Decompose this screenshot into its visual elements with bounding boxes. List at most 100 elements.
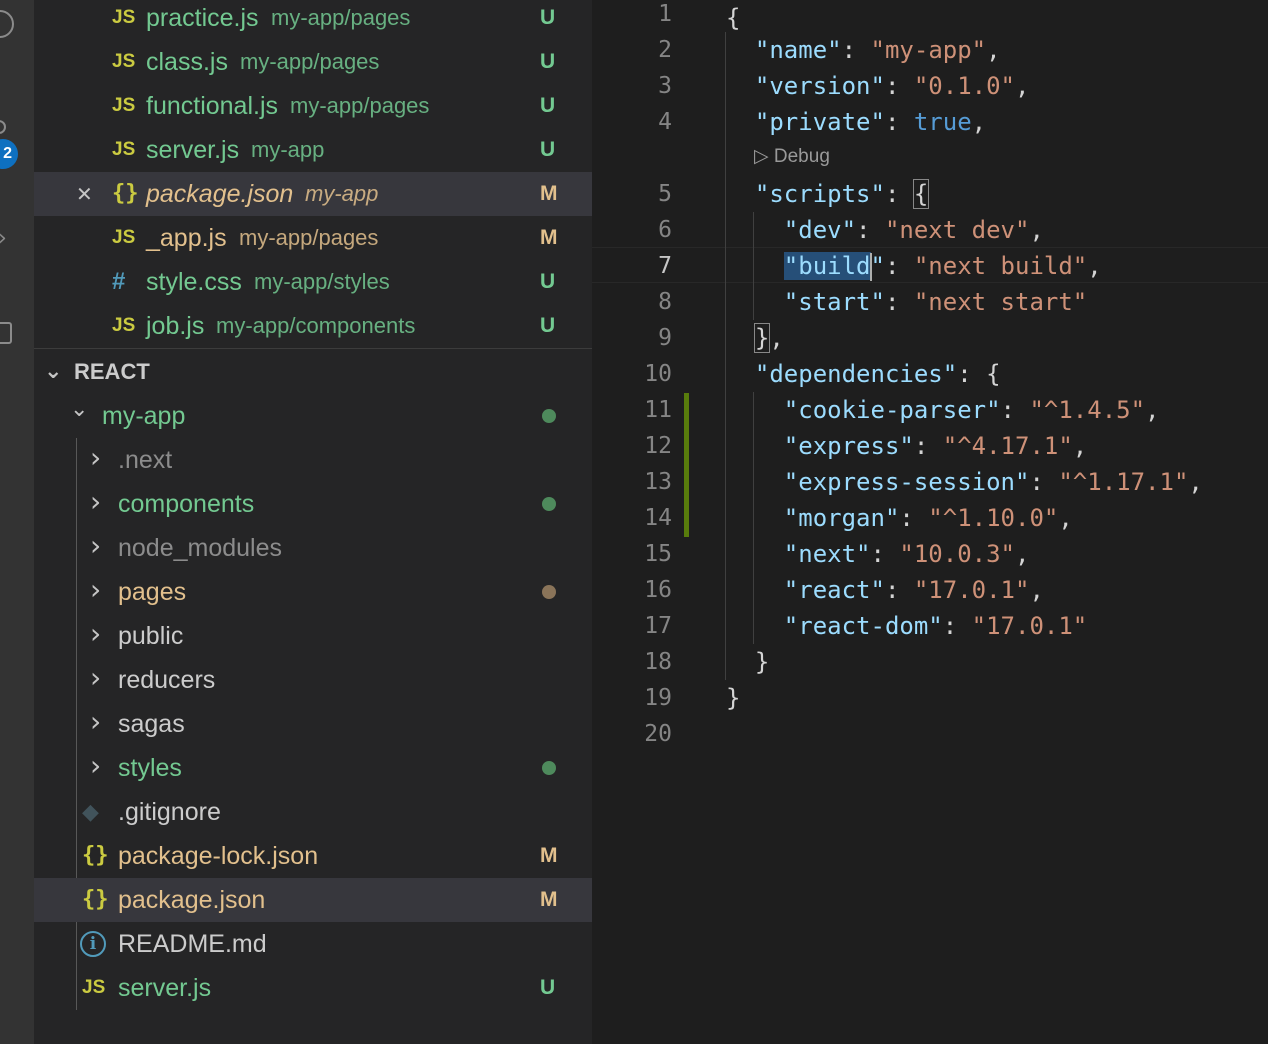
run-debug-icon[interactable]: › (0, 226, 7, 251)
line-number: 5 (658, 181, 672, 207)
folder-name: node_modules (118, 534, 283, 562)
file-name: _app.js (146, 224, 227, 252)
extensions-icon[interactable] (0, 322, 12, 344)
file-name: server.js (118, 974, 212, 1002)
tree-root-folder[interactable]: ⌄ my-app (34, 394, 592, 438)
line-number: 16 (644, 577, 672, 603)
open-editor-item[interactable]: JS practice.js my-app/pages U (34, 0, 592, 40)
css-file-icon: # (112, 268, 126, 295)
code-line-5: "scripts": { (754, 179, 930, 209)
close-icon[interactable]: ✕ (76, 172, 93, 216)
code-line-1: { (726, 4, 741, 32)
chevron-right-icon: › (90, 485, 102, 518)
folder-name: sagas (118, 710, 185, 738)
chevron-right-icon: › (90, 441, 102, 474)
git-status-badge: U (540, 94, 556, 117)
folder-name: my-app (102, 402, 186, 430)
history-icon[interactable] (0, 10, 14, 38)
gutter-modified-marker (684, 393, 689, 537)
folder-name: .next (118, 446, 173, 474)
file-path: my-app/components (216, 313, 416, 338)
section-divider (34, 348, 592, 349)
info-icon: i (80, 931, 106, 957)
file-path: my-app/pages (239, 225, 379, 250)
open-editor-item[interactable]: JS _app.js my-app/pages M (34, 216, 592, 260)
file-path: my-app (251, 137, 325, 162)
code-line-11: "cookie-parser": "^1.4.5", (783, 396, 1160, 424)
source-control-icon[interactable] (0, 120, 6, 134)
file-name: style.css (146, 268, 242, 296)
line-number: 14 (644, 505, 672, 531)
file-name: class.js (146, 48, 228, 76)
chevron-right-icon: › (90, 573, 102, 606)
folder-name: styles (118, 754, 182, 782)
tree-file[interactable]: ◆ .gitignore (34, 790, 592, 834)
git-status-badge: M (540, 844, 558, 867)
chevron-right-icon: › (90, 705, 102, 738)
line-number: 9 (658, 325, 672, 351)
code-line-9: }, (753, 323, 784, 353)
file-path: my-app/pages (240, 49, 380, 74)
tree-folder[interactable]: › reducers (34, 658, 592, 702)
json-file-icon: {} (82, 843, 109, 868)
code-line-18: } (754, 648, 770, 676)
code-line-3: "version": "0.1.0", (754, 72, 1030, 100)
git-status-badge: M (540, 888, 558, 911)
chevron-right-icon: › (90, 617, 102, 650)
tree-file[interactable]: JS server.js U (34, 966, 592, 1010)
file-name: job.js (146, 312, 205, 340)
line-number: 6 (658, 217, 672, 243)
code-line-2: "name": "my-app", (754, 36, 1001, 64)
line-number: 11 (644, 397, 672, 423)
tree-folder[interactable]: › pages (34, 570, 592, 614)
git-file-icon: ◆ (82, 799, 99, 824)
status-dot (542, 409, 556, 423)
file-path: my-app/pages (271, 5, 411, 30)
open-editor-item[interactable]: JS job.js my-app/components U (34, 304, 592, 348)
js-file-icon: JS (82, 977, 106, 998)
tree-file[interactable]: {} package.json M (34, 878, 592, 922)
explorer-sidebar: JS practice.js my-app/pages U JS class.js my-a… (34, 0, 592, 1044)
git-status-badge: M (540, 226, 558, 249)
code-editor[interactable]: 1 2 3 4 5 6 7 8 9 10 11 12 13 14 15 16 17 18 19 20 ▷ Debug … (592, 0, 1268, 1044)
chevron-right-icon: › (90, 661, 102, 694)
open-editor-item[interactable]: JS class.js my-app/pages U (34, 40, 592, 84)
file-name: .gitignore (118, 798, 221, 826)
git-status-badge: U (540, 6, 556, 29)
line-number: 4 (658, 109, 672, 135)
json-file-icon: {} (82, 887, 109, 912)
code-line-6: "dev": "next dev", (783, 216, 1044, 244)
code-line-13: "express-session": "^1.17.1", (783, 468, 1203, 496)
folder-name: components (118, 490, 255, 518)
tree-file[interactable]: i README.md (34, 922, 592, 966)
tree-folder[interactable]: › styles (34, 746, 592, 790)
line-number: 8 (658, 289, 672, 315)
open-editor-item[interactable]: ✕ {} package.json my-app M (34, 172, 592, 216)
explorer-section-header[interactable]: ⌄ REACT (34, 350, 592, 394)
chevron-right-icon: › (90, 529, 102, 562)
open-editor-item[interactable]: # style.css my-app/styles U (34, 260, 592, 304)
tree-file[interactable]: {} package-lock.json M (34, 834, 592, 878)
file-name: server.js (146, 136, 240, 164)
code-line-10: "dependencies": { (754, 360, 1001, 388)
open-editor-item[interactable]: JS functional.js my-app/pages U (34, 84, 592, 128)
tree-folder[interactable]: › public (34, 614, 592, 658)
file-name: package.json (146, 180, 294, 208)
tree-folder[interactable]: › .next (34, 438, 592, 482)
file-path: my-app/pages (290, 93, 430, 118)
folder-name: reducers (118, 666, 216, 694)
line-number: 7 (658, 253, 672, 279)
file-path: my-app/styles (254, 269, 390, 294)
tree-folder[interactable]: › components (34, 482, 592, 526)
line-number: 2 (658, 37, 672, 63)
js-file-icon: JS (112, 139, 136, 160)
line-number: 13 (644, 469, 672, 495)
tree-folder[interactable]: › sagas (34, 702, 592, 746)
code-line-7: "build": "next build", (783, 252, 1102, 281)
chevron-down-icon: ⌄ (70, 397, 89, 422)
line-number: 20 (644, 721, 672, 747)
tree-folder[interactable]: › node_modules (34, 526, 592, 570)
open-editor-item[interactable]: JS server.js my-app U (34, 128, 592, 172)
debug-codelens[interactable]: ▷ Debug (754, 143, 830, 171)
code-line-14: "morgan": "^1.10.0", (783, 504, 1073, 532)
